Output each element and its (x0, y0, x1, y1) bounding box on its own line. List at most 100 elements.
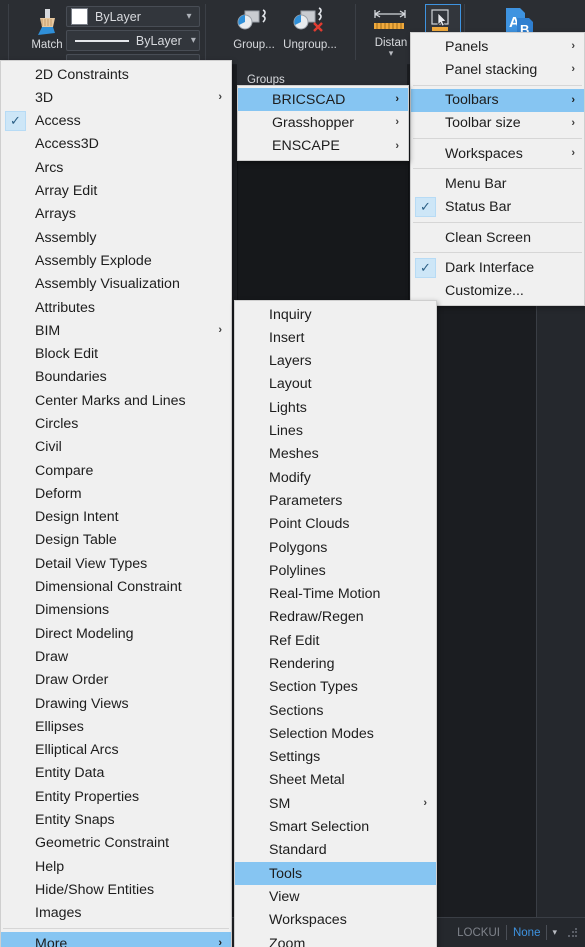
toolbar-item-circles[interactable]: Circles (1, 412, 231, 435)
menu-item-label: Workspaces (269, 912, 347, 929)
ribbon-divider-2 (355, 4, 356, 60)
menu-item-status-bar[interactable]: ✓ Status Bar (411, 196, 584, 219)
category-item-redraw-regen[interactable]: Redraw/Regen (235, 606, 436, 629)
toolbar-item-design-table[interactable]: Design Table (1, 529, 231, 552)
menu-item-toolbar-size[interactable]: Toolbar size › (411, 112, 584, 135)
toolbar-item-design-intent[interactable]: Design Intent (1, 506, 231, 529)
toolbar-item-arrays[interactable]: Arrays (1, 203, 231, 226)
category-item-insert[interactable]: Insert (235, 326, 436, 349)
chevron-down-icon[interactable]: ▾ (179, 11, 199, 22)
category-item-rendering[interactable]: Rendering (235, 652, 436, 675)
toolbar-item-entity-properties[interactable]: Entity Properties (1, 785, 231, 808)
toolbars-list-menu[interactable]: 2D Constraints 3D › ✓ Access Access3D Arcs Arra… (0, 60, 232, 947)
toolbar-item-arcs[interactable]: Arcs (1, 156, 231, 179)
category-item-layers[interactable]: Layers (235, 350, 436, 373)
menu-item-grasshopper[interactable]: Grasshopper › (238, 111, 408, 134)
linetype-combo[interactable]: ByLayer ▾ (66, 30, 200, 51)
menu-item-label: Ellipses (35, 718, 84, 735)
toolbar-item-assembly-explode[interactable]: Assembly Explode (1, 249, 231, 272)
toolbar-item-bim[interactable]: BIM › (1, 319, 231, 342)
toolbar-item-3d[interactable]: 3D › (1, 86, 231, 109)
menu-item-enscape[interactable]: ENSCAPE › (238, 135, 408, 158)
chevron-down-icon[interactable]: ▾ (188, 35, 199, 46)
toolbar-item-compare[interactable]: Compare (1, 459, 231, 482)
category-item-standard[interactable]: Standard (235, 839, 436, 862)
toolbar-item-ellipses[interactable]: Ellipses (1, 715, 231, 738)
toolbar-item-array-edit[interactable]: Array Edit (1, 179, 231, 202)
toolbars-more-menu[interactable]: Inquiry Insert Layers Layout Lights Lines Mesh… (234, 300, 437, 947)
toolbar-item-assembly[interactable]: Assembly (1, 226, 231, 249)
category-item-parameters[interactable]: Parameters (235, 489, 436, 512)
menu-item-dark-interface[interactable]: ✓ Dark Interface (411, 256, 584, 279)
category-item-sheet-metal[interactable]: Sheet Metal (235, 769, 436, 792)
toolbar-item-entity-snaps[interactable]: Entity Snaps (1, 809, 231, 832)
toolbar-item-block-edit[interactable]: Block Edit (1, 343, 231, 366)
category-item-smart-selection[interactable]: Smart Selection (235, 816, 436, 839)
color-combo[interactable]: ByLayer ▾ (66, 6, 200, 27)
toolbar-item-assembly-visualization[interactable]: Assembly Visualization (1, 273, 231, 296)
toolbar-item-entity-data[interactable]: Entity Data (1, 762, 231, 785)
category-item-lights[interactable]: Lights (235, 396, 436, 419)
status-none-value[interactable]: None (507, 927, 547, 939)
toolbar-item-detail-view-types[interactable]: Detail View Types (1, 552, 231, 575)
category-item-settings[interactable]: Settings (235, 746, 436, 769)
customize-ui-menu[interactable]: Panels › Panel stacking › Toolbars › Toolbar s… (410, 32, 585, 306)
toolbar-item-draw-order[interactable]: Draw Order (1, 669, 231, 692)
category-item-section-types[interactable]: Section Types (235, 676, 436, 699)
toolbar-item-draw[interactable]: Draw (1, 645, 231, 668)
toolbar-item-access[interactable]: ✓ Access (1, 110, 231, 133)
toolbar-item-civil[interactable]: Civil (1, 436, 231, 459)
toolbar-item-dimensions[interactable]: Dimensions (1, 599, 231, 622)
category-item-inquiry[interactable]: Inquiry (235, 303, 436, 326)
menu-item-menu-bar[interactable]: Menu Bar (411, 172, 584, 195)
category-item-point-clouds[interactable]: Point Clouds (235, 513, 436, 536)
menu-item-panels[interactable]: Panels › (411, 35, 584, 58)
menu-item-workspaces[interactable]: Workspaces › (411, 142, 584, 165)
category-item-meshes[interactable]: Meshes (235, 443, 436, 466)
category-item-tools[interactable]: Tools (235, 862, 436, 886)
category-item-sections[interactable]: Sections (235, 699, 436, 722)
toolbar-item-images[interactable]: Images (1, 902, 231, 925)
menu-item-panel-stacking[interactable]: Panel stacking › (411, 58, 584, 81)
category-item-sm[interactable]: SM › (235, 792, 436, 815)
toolbar-item-dimensional-constraint[interactable]: Dimensional Constraint (1, 576, 231, 599)
menu-item-label: Draw Order (35, 672, 109, 689)
menu-item-toolbars[interactable]: Toolbars › (411, 88, 584, 112)
category-item-workspaces[interactable]: Workspaces (235, 909, 436, 932)
toolbar-item-boundaries[interactable]: Boundaries (1, 366, 231, 389)
toolbar-item-direct-modeling[interactable]: Direct Modeling (1, 622, 231, 645)
category-item-polylines[interactable]: Polylines (235, 559, 436, 582)
resize-grip-icon[interactable] (567, 926, 579, 939)
toolbar-item-center-marks-and-lines[interactable]: Center Marks and Lines (1, 389, 231, 412)
menu-item-clean-screen[interactable]: Clean Screen (411, 226, 584, 249)
toolbar-item-access3d[interactable]: Access3D (1, 133, 231, 156)
toolbar-item-help[interactable]: Help (1, 855, 231, 878)
toolbar-item-more[interactable]: More › (1, 931, 231, 947)
category-item-selection-modes[interactable]: Selection Modes (235, 722, 436, 745)
chevron-down-icon[interactable]: ▾ (389, 48, 394, 59)
category-item-zoom[interactable]: Zoom (235, 932, 436, 947)
category-item-real-time-motion[interactable]: Real-Time Motion (235, 583, 436, 606)
group-button[interactable]: Group... (222, 6, 286, 51)
toolbar-group-menu[interactable]: BRICSCAD › Grasshopper › ENSCAPE › (237, 85, 409, 161)
toolbar-item-hide-show-entities[interactable]: Hide/Show Entities (1, 878, 231, 901)
toolbar-item-attributes[interactable]: Attributes (1, 296, 231, 319)
status-caret-icon[interactable]: ▾ (547, 927, 562, 938)
toolbar-item-2d-constraints[interactable]: 2D Constraints (1, 63, 231, 86)
menu-item-label: Dimensional Constraint (35, 579, 182, 596)
category-item-lines[interactable]: Lines (235, 419, 436, 442)
menu-item-bricscad[interactable]: BRICSCAD › (238, 88, 408, 112)
toolbar-item-deform[interactable]: Deform (1, 482, 231, 505)
category-item-polygons[interactable]: Polygons (235, 536, 436, 559)
category-item-modify[interactable]: Modify (235, 466, 436, 489)
menu-item-label: Attributes (35, 299, 95, 316)
ungroup-button[interactable]: Ungroup... (278, 6, 342, 51)
toolbar-item-elliptical-arcs[interactable]: Elliptical Arcs (1, 739, 231, 762)
toolbar-item-geometric-constraint[interactable]: Geometric Constraint (1, 832, 231, 855)
category-item-view[interactable]: View (235, 885, 436, 908)
menu-item-label: Dimensions (35, 602, 110, 619)
status-lockui-label[interactable]: LOCKUI (451, 927, 506, 939)
category-item-ref-edit[interactable]: Ref Edit (235, 629, 436, 652)
category-item-layout[interactable]: Layout (235, 373, 436, 396)
toolbar-item-drawing-views[interactable]: Drawing Views (1, 692, 231, 715)
